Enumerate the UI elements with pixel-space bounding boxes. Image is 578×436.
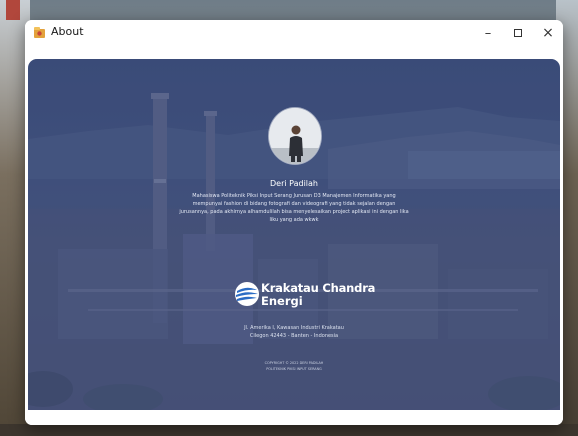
copyright-line2: POLITEKNIK PIKSI INPUT SERANG — [266, 367, 322, 371]
copyright-line1: COPYRIGHT © 2022 DERI PADILAH — [264, 361, 324, 365]
window-footer — [25, 410, 563, 425]
app-icon — [34, 27, 45, 38]
window-title: About — [51, 25, 84, 38]
close-button[interactable]: × — [533, 20, 563, 46]
about-window: About – × Deri Padilah Mahasiswa Politek… — [25, 20, 563, 425]
maximize-icon — [514, 29, 522, 37]
about-content: Deri Padilah Mahasiswa Politeknik Piksi … — [28, 59, 560, 410]
about-panel: Deri Padilah Mahasiswa Politeknik Piksi … — [28, 59, 560, 410]
close-icon: × — [542, 25, 554, 41]
background-chimney — [6, 0, 20, 20]
maximize-button[interactable] — [503, 20, 533, 46]
person-photo-icon — [269, 108, 321, 164]
profile-name: Deri Padilah — [270, 179, 318, 188]
company-logo: Krakatau Chandra Energi — [234, 281, 375, 315]
company-name-line1: Krakatau Chandra — [261, 281, 376, 295]
krakatau-swoosh-logo-icon — [235, 282, 259, 306]
profile-bio: Mahasiswa Politeknik Piksi Input Serang … — [179, 193, 409, 223]
company-name-line2: Energi — [261, 294, 303, 308]
company-address-line2: Cilegon 42443 - Banten - Indonesia — [249, 333, 339, 339]
minimize-button[interactable]: – — [473, 20, 503, 46]
title-bar[interactable]: About – × — [25, 20, 563, 46]
company-address-line1: Jl. Amerika I, Kawasan Industri Krakatau — [244, 325, 344, 331]
minimize-icon: – — [484, 25, 492, 41]
profile-avatar — [269, 108, 321, 164]
desktop-background-bottom — [0, 424, 578, 436]
